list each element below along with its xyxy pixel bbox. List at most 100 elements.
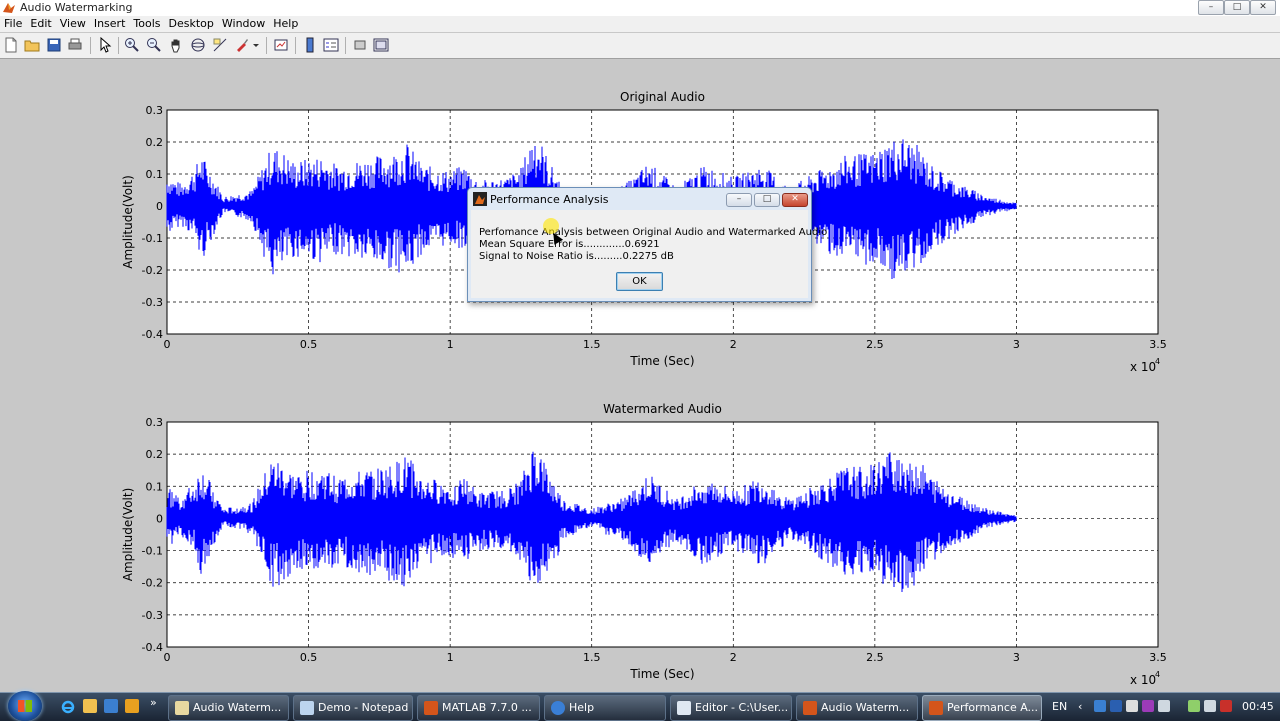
matlab-figure-icon — [803, 701, 817, 715]
figure-canvas[interactable]: 0 0.5 1 1.5 2 2.5 3 3.5 0.3 0.2 0.1 0 -0.1 -0.2 -0.3 -0… — [0, 59, 1280, 692]
maximize-button[interactable]: □ — [1224, 0, 1250, 15]
menu-file[interactable]: File — [0, 16, 26, 32]
mse-result: Mean Square Error is.............0.6921 — [479, 239, 660, 250]
menu-edit[interactable]: Edit — [26, 16, 55, 32]
performance-analysis-dialog[interactable]: Performance Analysis – □ ✕ Perfomance An… — [467, 187, 827, 302]
dialog-minimize-button[interactable]: – — [726, 193, 752, 207]
print-icon[interactable] — [67, 37, 83, 53]
windows-taskbar: » Audio Waterm... Demo - Notepad MATLAB … — [0, 689, 1280, 721]
volume-icon[interactable] — [1204, 700, 1216, 712]
matlab-figure-icon — [175, 701, 189, 715]
axes-1-y-tick-label: 0 — [156, 200, 163, 213]
zoom-out-icon[interactable] — [146, 37, 162, 53]
network-icon[interactable] — [1094, 700, 1106, 712]
explorer-icon[interactable] — [83, 699, 97, 713]
axes-2-x-tick-label: 0 — [164, 651, 171, 664]
matlab-figure-icon — [929, 701, 943, 715]
axes-1-y-tick-label: -0.4 — [142, 328, 163, 341]
window-title: Audio Watermarking — [20, 1, 133, 14]
pointer-icon[interactable] — [97, 37, 113, 53]
link-plot-icon[interactable] — [273, 37, 289, 53]
axes-2-y-tick-label: -0.3 — [142, 609, 163, 622]
menu-desktop[interactable]: Desktop — [165, 16, 218, 32]
menu-window[interactable]: Window — [218, 16, 269, 32]
rotate-3d-icon[interactable] — [190, 37, 206, 53]
ie-icon[interactable] — [61, 700, 75, 714]
dialog-close-button[interactable]: ✕ — [782, 193, 808, 207]
start-button[interactable] — [8, 691, 42, 721]
task-label: Demo - Notepad — [318, 701, 409, 714]
task-matlab[interactable]: MATLAB 7.7.0 ... — [417, 695, 540, 721]
figure-toolbar — [0, 33, 1280, 59]
hide-plot-tools-icon[interactable] — [352, 37, 368, 53]
task-audio-watermarking-2[interactable]: Audio Waterm... — [796, 695, 918, 721]
axes-1-x-exponent: 4 — [1155, 357, 1160, 366]
matlab-icon — [3, 3, 15, 13]
task-performance-analysis[interactable]: Performance A... — [922, 695, 1042, 721]
device-icon[interactable] — [1126, 700, 1138, 712]
language-indicator[interactable]: EN — [1052, 693, 1067, 721]
minimize-button[interactable]: – — [1198, 0, 1224, 15]
axes-1-x-exponent-label: x 10 — [1130, 360, 1156, 374]
axes-2-y-axis-label: Amplitude(Volt) — [121, 488, 135, 582]
show-desktop-icon[interactable] — [104, 699, 118, 713]
new-file-icon[interactable] — [3, 37, 19, 53]
clock[interactable]: 00:45 — [1242, 693, 1274, 721]
menu-tools[interactable]: Tools — [129, 16, 164, 32]
colorbar-icon[interactable] — [302, 37, 318, 53]
axes-2-x-exponent-label: x 10 — [1130, 673, 1156, 687]
axes-1-y-tick-label: 0.1 — [146, 168, 164, 181]
tray-expand-icon[interactable]: ‹ — [1078, 693, 1082, 721]
data-cursor-icon[interactable] — [212, 37, 228, 53]
chevron-down-icon[interactable] — [252, 37, 260, 53]
security-icon[interactable] — [1220, 700, 1232, 712]
axes-1-x-tick-label: 1.5 — [583, 338, 601, 351]
menu-insert[interactable]: Insert — [90, 16, 130, 32]
axes-2-y-tick-label: 0.1 — [146, 480, 164, 493]
axes-2-title: Watermarked Audio — [603, 402, 722, 416]
axes-2-x-tick-label: 1.5 — [583, 651, 601, 664]
tray-icon[interactable] — [1158, 700, 1170, 712]
task-editor[interactable]: Editor - C:\User... — [670, 695, 792, 721]
show-plot-tools-icon[interactable] — [373, 37, 389, 53]
task-demo-notepad[interactable]: Demo - Notepad — [293, 695, 413, 721]
bluetooth-icon[interactable] — [1110, 700, 1122, 712]
axes-2-y-tick-label: -0.1 — [142, 545, 163, 558]
close-button[interactable]: ✕ — [1250, 0, 1276, 15]
save-icon[interactable] — [46, 37, 62, 53]
snr-result: Signal to Noise Ratio is.........0.2275 … — [479, 251, 674, 262]
open-folder-icon[interactable] — [24, 37, 40, 53]
pan-hand-icon[interactable] — [168, 37, 184, 53]
zoom-in-icon[interactable] — [124, 37, 140, 53]
menu-help[interactable]: Help — [269, 16, 302, 32]
axes-2-y-tick-label: -0.2 — [142, 577, 163, 590]
axes-2-x-exponent: 4 — [1155, 670, 1160, 679]
axes-2-y-tick-label: 0.2 — [146, 448, 164, 461]
help-icon — [551, 701, 565, 715]
menu-bar: File Edit View Insert Tools Desktop Window Help — [0, 16, 1280, 32]
legend-icon[interactable] — [323, 37, 339, 53]
axes-1-y-axis-label: Amplitude(Volt) — [121, 175, 135, 269]
brush-icon[interactable] — [234, 37, 250, 53]
window-title-bar[interactable]: Audio Watermarking – □ ✕ — [0, 0, 1280, 17]
media-player-icon[interactable] — [125, 699, 139, 713]
power-icon[interactable] — [1188, 700, 1200, 712]
axes-2-y-tick-label: -0.4 — [142, 641, 163, 654]
axes-1-x-tick-label: 3 — [1013, 338, 1020, 351]
dialog-title: Performance Analysis — [490, 193, 609, 206]
notepad-icon — [300, 701, 314, 715]
dialog-message-heading: Perfomance Analysis between Original Aud… — [479, 227, 828, 238]
task-audio-watermarking-1[interactable]: Audio Waterm... — [168, 695, 289, 721]
axes-1-y-tick-label: -0.2 — [142, 264, 163, 277]
axes-2-x-tick-label: 2.5 — [866, 651, 884, 664]
app-tray-icon[interactable] — [1142, 700, 1154, 712]
task-label: MATLAB 7.7.0 ... — [442, 701, 532, 714]
axes-1-x-axis-label: Time (Sec) — [629, 354, 694, 368]
dialog-maximize-button[interactable]: □ — [754, 193, 780, 207]
ok-button[interactable]: OK — [616, 272, 663, 291]
quick-launch-expand-icon[interactable]: » — [150, 689, 157, 717]
axes-1-x-tick-label: 0.5 — [300, 338, 318, 351]
task-help[interactable]: Help — [544, 695, 666, 721]
menu-view[interactable]: View — [56, 16, 90, 32]
axes-2-y-tick-label: 0 — [156, 512, 163, 525]
